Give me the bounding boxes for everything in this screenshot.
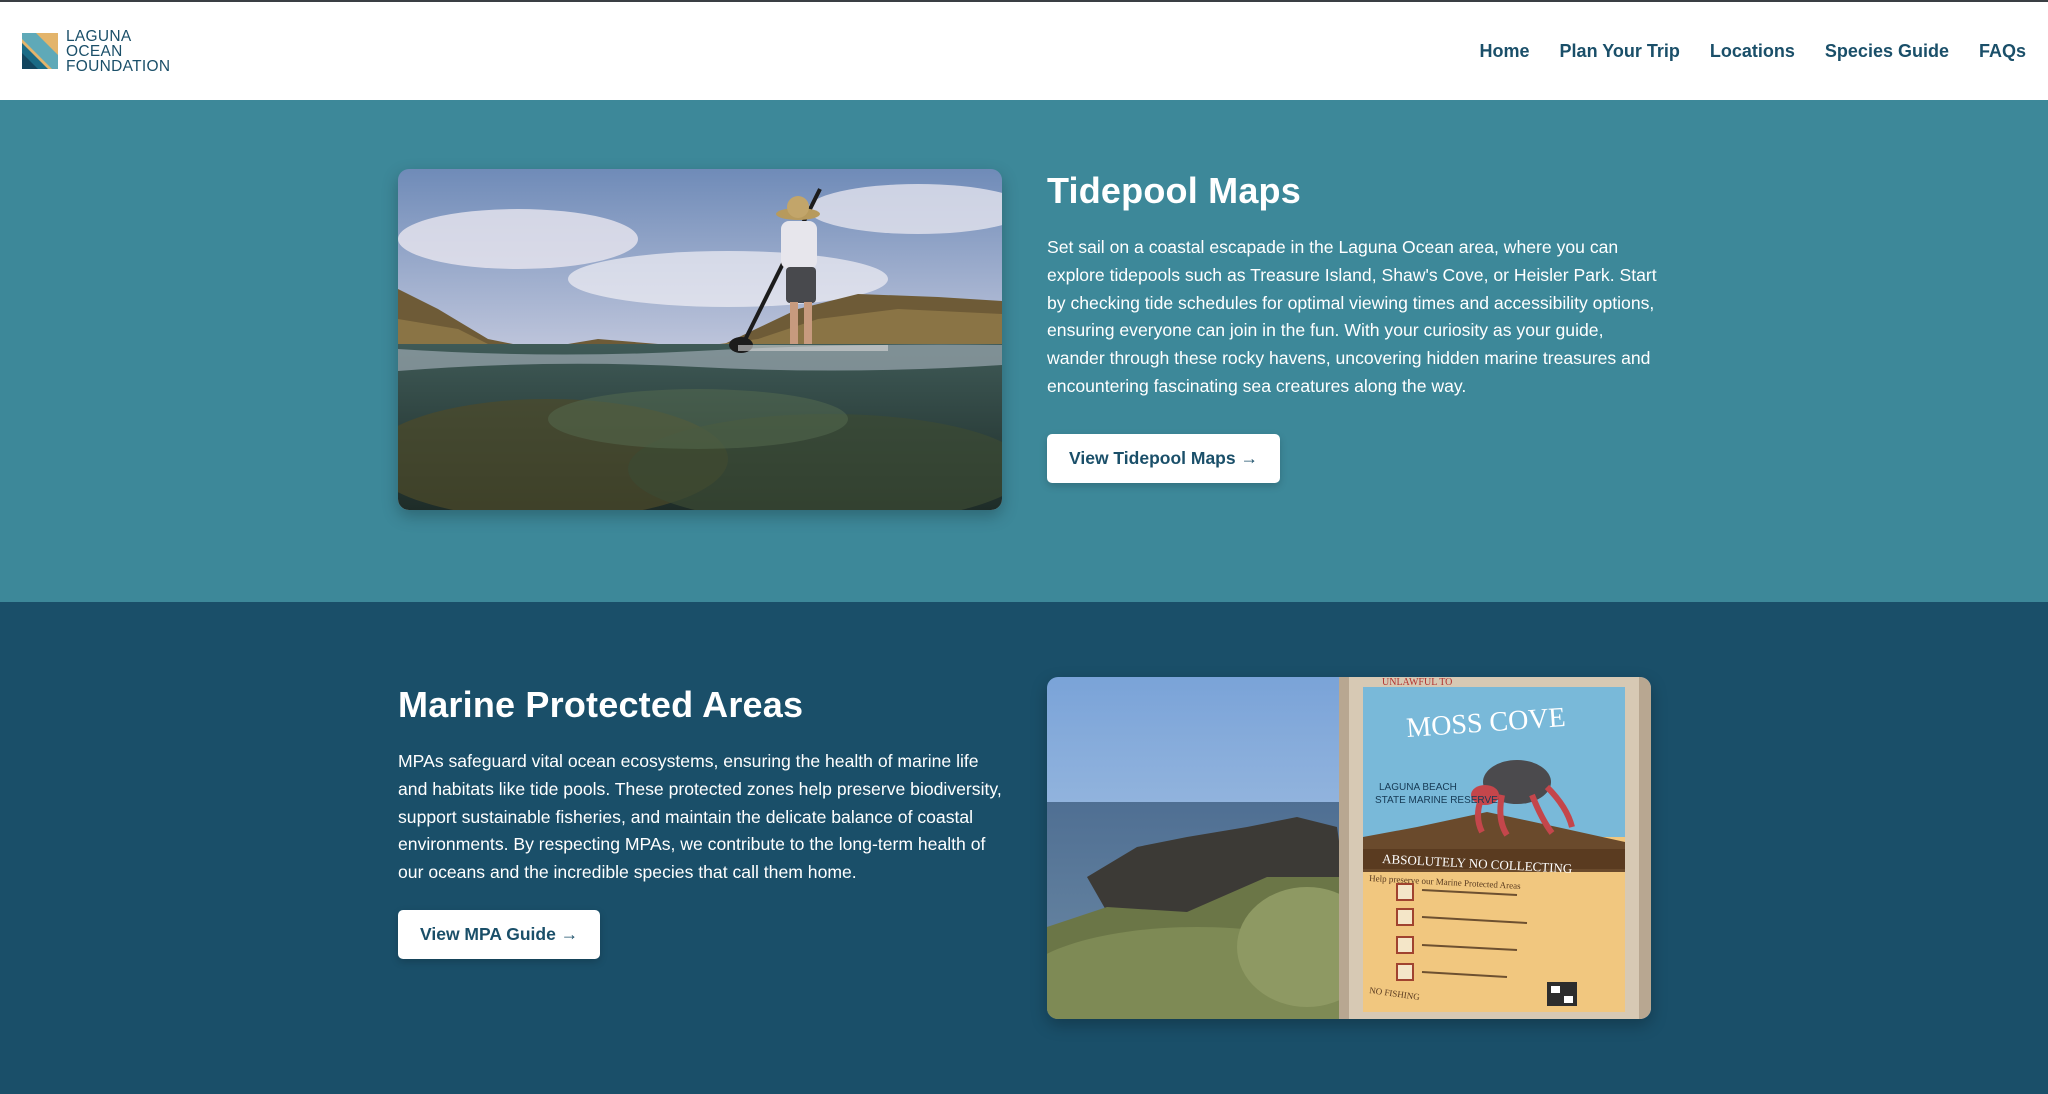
- tidepool-content: Tidepool Maps Set sail on a coastal esca…: [1047, 170, 1657, 483]
- site-header: LAGUNA OCEAN FOUNDATION Home Plan Your T…: [0, 2, 2048, 100]
- tidepool-title: Tidepool Maps: [1047, 170, 1301, 211]
- moss-cove-sign-photo: UNLAWFUL TO MOSS COVE LAGUNA BEACH STATE…: [1047, 677, 1651, 1019]
- nav-home[interactable]: Home: [1480, 41, 1530, 62]
- logo-mark-icon: [22, 33, 58, 69]
- tidepool-section: Tidepool Maps Set sail on a coastal esca…: [0, 100, 2048, 602]
- logo-text: LAGUNA OCEAN FOUNDATION: [66, 27, 171, 75]
- nav-plan-your-trip[interactable]: Plan Your Trip: [1560, 41, 1680, 62]
- sign-line-1: LAGUNA BEACH: [1379, 782, 1457, 793]
- logo[interactable]: LAGUNA OCEAN FOUNDATION: [22, 27, 171, 75]
- nav-locations[interactable]: Locations: [1710, 41, 1795, 62]
- paddleboarder-photo: [398, 169, 1002, 510]
- view-tidepool-maps-button[interactable]: View Tidepool Maps →: [1047, 433, 1280, 483]
- logo-line-3: FOUNDATION: [66, 57, 171, 75]
- logo-line-1: LAGUNA: [66, 27, 132, 45]
- view-mpa-guide-button[interactable]: View MPA Guide →: [398, 909, 601, 959]
- mpa-section: Marine Protected Areas MPAs safeguard vi…: [0, 602, 2048, 1094]
- mpa-content: Marine Protected Areas MPAs safeguard vi…: [398, 684, 1008, 959]
- sign-line-2: STATE MARINE RESERVE: [1375, 795, 1498, 806]
- sign-top-text: UNLAWFUL TO: [1382, 677, 1452, 688]
- mpa-title: Marine Protected Areas: [398, 684, 804, 725]
- nav-species-guide[interactable]: Species Guide: [1825, 41, 1949, 62]
- nav-faqs[interactable]: FAQs: [1979, 41, 2026, 62]
- main-nav: Home Plan Your Trip Locations Species Gu…: [1480, 41, 2026, 62]
- logo-line-2: OCEAN: [66, 42, 123, 60]
- tidepool-body: Set sail on a coastal escapade in the La…: [1047, 237, 1657, 396]
- mpa-body: MPAs safeguard vital ocean ecosystems, e…: [398, 751, 1002, 883]
